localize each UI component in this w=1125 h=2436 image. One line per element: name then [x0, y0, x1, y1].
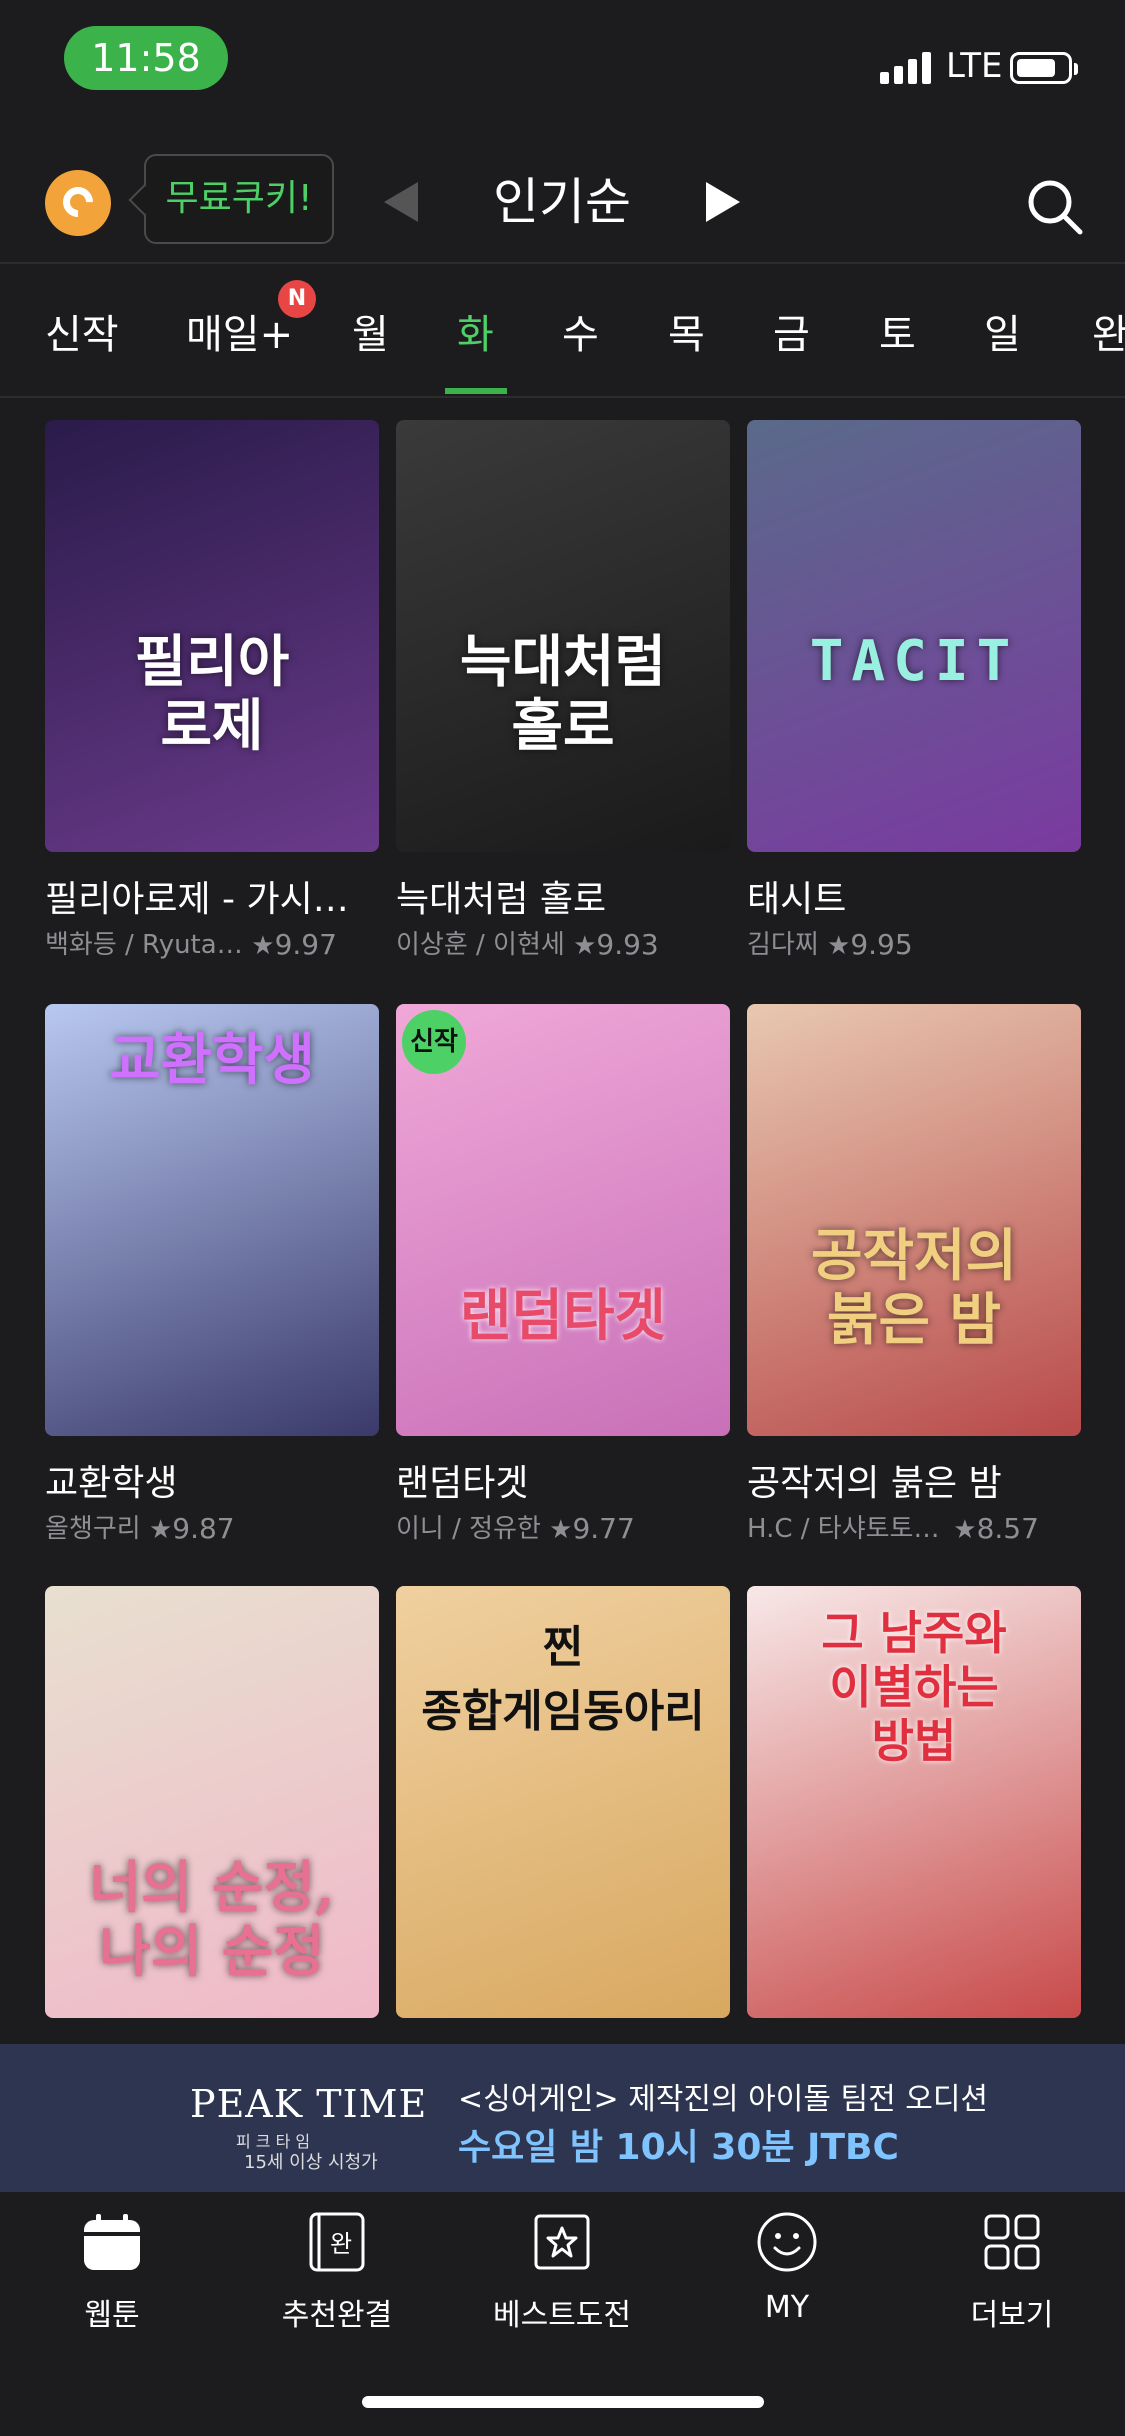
comic-meta: 이상훈 / 이현세 ★9.93	[396, 924, 730, 961]
comic-meta: 이니 / 정유한 ★9.77	[396, 1508, 730, 1545]
comic-author: H.C / 타샤토토 / 유…	[747, 1514, 945, 1544]
nav-label: 추천완결	[281, 2298, 393, 2333]
comic-rating: 9.87	[172, 1512, 235, 1545]
cover-title: 그 남주와 이별하는 방법	[821, 1606, 1007, 1768]
comic-rating: 9.77	[572, 1512, 635, 1545]
cover-title: 너의 순정, 나의 순정	[89, 1855, 335, 1985]
comic-thumbnail[interactable]: 찐 종합게임동아리	[396, 1586, 730, 2018]
tab-sunday[interactable]: 일	[984, 302, 1021, 360]
comic-title: 늑대처럼 홀로	[396, 879, 607, 920]
star-icon: ★	[148, 1515, 173, 1545]
star-icon: ★	[251, 931, 275, 961]
banner-logo: PEAK TIME	[190, 2082, 428, 2126]
comic-thumbnail[interactable]: 공작저의 붉은 밤	[747, 1004, 1081, 1436]
grid-icon	[984, 2214, 1040, 2270]
top-header: 무료쿠키! 인기순	[0, 140, 1125, 264]
comic-title: 교환학생	[45, 1463, 178, 1504]
cover-title: 필리아 로제	[134, 629, 290, 759]
nav-recommended-complete[interactable]: 완 추천완결	[247, 2210, 427, 2334]
comic-rating: 9.97	[274, 928, 337, 961]
comic-title: 랜덤타겟	[396, 1463, 529, 1504]
nav-my[interactable]: MY	[697, 2210, 877, 2325]
nav-label: 웹툰	[84, 2298, 140, 2333]
status-time: 11:58	[64, 26, 228, 90]
tab-wednesday[interactable]: 수	[562, 302, 599, 360]
comic-thumbnail[interactable]: 그 남주와 이별하는 방법	[747, 1586, 1081, 2018]
nav-label: 더보기	[970, 2298, 1054, 2333]
comic-meta: H.C / 타샤토토 / 유… ★8.57	[747, 1508, 1081, 1545]
comic-rating: 9.95	[850, 928, 913, 961]
star-icon: ★	[827, 931, 851, 961]
signal-icon	[880, 52, 936, 84]
comic-thumbnail[interactable]: 늑대처럼 홀로	[396, 420, 730, 852]
prev-sort-arrow-icon[interactable]	[384, 182, 418, 222]
comic-thumbnail[interactable]: 랜덤타겟 신작	[396, 1004, 730, 1436]
carrier-label: LTE	[946, 46, 1003, 86]
comic-author: 이니 / 정유한	[396, 1514, 541, 1544]
home-indicator[interactable]	[362, 2396, 764, 2408]
nav-label: MY	[764, 2290, 810, 2325]
tab-saturday[interactable]: 토	[879, 302, 916, 360]
star-badge-icon	[534, 2214, 590, 2270]
book-icon: 완	[309, 2212, 365, 2272]
status-bar: 11:58 LTE	[0, 0, 1125, 120]
tab-completed[interactable]: 완	[1092, 302, 1125, 360]
book-icon-glyph: 완	[330, 2230, 352, 2258]
nav-label: 베스트도전	[493, 2298, 631, 2333]
comic-meta: 백화등 / Ryuta / 김… ★9.97	[45, 924, 379, 961]
comic-thumbnail[interactable]: 너의 순정, 나의 순정	[45, 1586, 379, 2018]
comic-thumbnail[interactable]: 교환학생	[45, 1004, 379, 1436]
comic-author: 이상훈 / 이현세	[396, 930, 565, 960]
star-icon: ★	[549, 1515, 573, 1545]
comic-title: 필리아로제 - 가시왕관의 예언	[45, 879, 379, 920]
tab-daily-plus[interactable]: 매일+	[186, 302, 293, 360]
comic-author: 올챙구리	[45, 1514, 141, 1544]
nav-webtoon[interactable]: 웹툰	[22, 2210, 202, 2334]
calendar-icon	[84, 2214, 140, 2270]
cover-title: 교환학생	[108, 1027, 316, 1093]
banner-age-rating: 15세 이상 시청가	[244, 2152, 378, 2173]
tab-thursday[interactable]: 목	[668, 302, 705, 360]
comic-meta: 김다찌 ★9.95	[747, 924, 1081, 961]
comic-thumbnail[interactable]: 필리아 로제	[45, 420, 379, 852]
sort-title: 인기순	[493, 173, 631, 231]
nav-more[interactable]: 더보기	[922, 2210, 1102, 2334]
search-icon[interactable]	[1024, 176, 1084, 236]
comic-rating: 8.57	[976, 1512, 1039, 1545]
comic-grid: 필리아 로제 필리아로제 - 가시왕관의 예언 백화등 / Ryuta / 김……	[0, 420, 1125, 2040]
banner-line2: 수요일 밤 10시 30분 JTBC	[458, 2127, 899, 2168]
new-badge: N	[278, 280, 316, 318]
comic-title: 태시트	[747, 879, 847, 920]
tab-tuesday[interactable]: 화	[457, 302, 494, 360]
next-sort-arrow-icon[interactable]	[706, 182, 740, 222]
cover-title: TACIT	[809, 629, 1019, 694]
cover-title: 공작저의 붉은 밤	[810, 1223, 1018, 1353]
tab-friday[interactable]: 금	[773, 302, 810, 360]
comic-author: 김다찌	[747, 930, 819, 960]
comic-thumbnail[interactable]: TACIT	[747, 420, 1081, 852]
free-cookie-button[interactable]: 무료쿠키!	[144, 154, 334, 244]
comic-rating: 9.93	[596, 928, 659, 961]
tab-monday[interactable]: 월	[352, 302, 389, 360]
star-icon: ★	[573, 931, 597, 961]
cover-title: 찐 종합게임동아리	[421, 1622, 705, 1737]
new-badge: 신작	[402, 1010, 466, 1074]
comic-title: 공작저의 붉은 밤	[747, 1463, 1002, 1504]
ad-banner[interactable]: PEAK TIME 피 크 타 임 15세 이상 시청가 <싱어게인> 제작진의…	[0, 2044, 1125, 2192]
nav-best-challenge[interactable]: 베스트도전	[472, 2210, 652, 2334]
active-tab-indicator	[445, 388, 507, 394]
cover-title: 늑대처럼 홀로	[459, 629, 667, 759]
tab-new[interactable]: 신작	[45, 302, 119, 360]
banner-line1: <싱어게인> 제작진의 아이돌 팀전 오디션	[458, 2082, 989, 2117]
comic-author: 백화등 / Ryuta / 김…	[45, 930, 243, 960]
comic-meta: 올챙구리 ★9.87	[45, 1508, 379, 1545]
battery-icon	[1010, 52, 1078, 84]
star-icon: ★	[953, 1515, 977, 1545]
cover-title: 랜덤타겟	[459, 1283, 667, 1349]
day-tabs: 신작 매일+ N 월 화 수 목 금 토 일 완	[0, 262, 1125, 398]
smiley-icon	[757, 2212, 817, 2272]
cookie-coin-icon[interactable]	[45, 170, 111, 236]
